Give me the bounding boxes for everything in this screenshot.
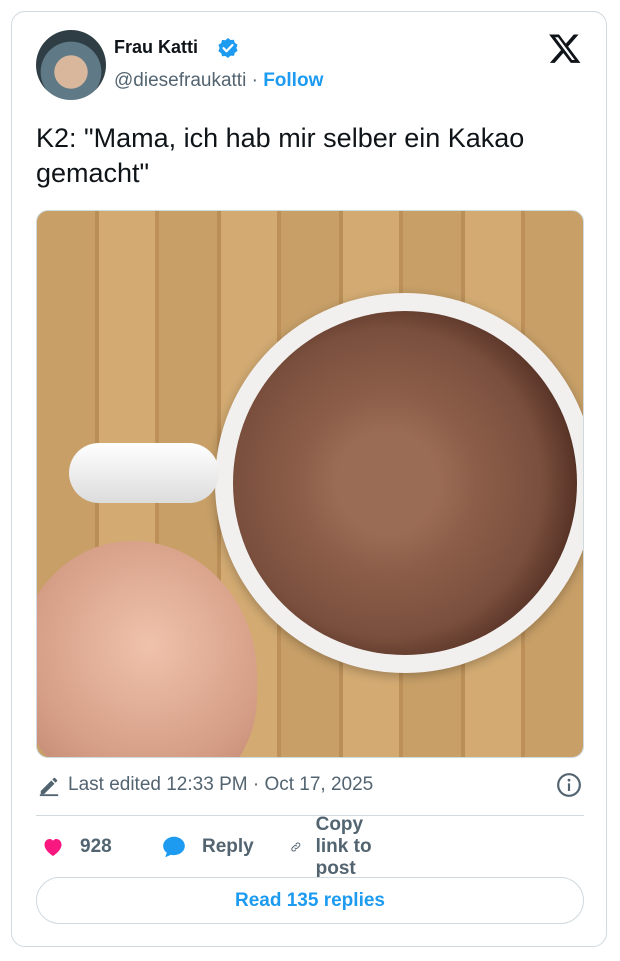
copy-link-label: Copy link to post <box>315 814 372 879</box>
author-handle-row: @diesefraukatti · Follow <box>114 70 323 92</box>
edit-meta-row: Last edited 12:33 PM · Oct 17, 2025 <box>36 772 584 802</box>
author-handle[interactable]: @diesefraukatti <box>114 70 246 91</box>
tweet-text: K2: "Mama, ich hab mir selber ein Kakao … <box>36 123 525 188</box>
hand-image <box>37 541 257 757</box>
reply-label: Reply <box>202 836 254 857</box>
pencil-icon <box>39 777 59 797</box>
reply-button[interactable]: Reply <box>160 831 254 863</box>
heart-icon <box>44 839 62 856</box>
copy-link-button[interactable]: Copy link to post <box>290 814 380 879</box>
like-count: 928 <box>80 836 112 857</box>
follow-link[interactable]: Follow <box>263 70 323 91</box>
author-name[interactable]: Frau Katti <box>114 37 198 58</box>
speech-bubble-icon <box>163 836 185 858</box>
read-replies-button[interactable]: Read 135 replies <box>36 877 584 924</box>
verified-badge-icon <box>218 38 238 58</box>
like-button[interactable]: 928 <box>40 831 112 863</box>
tweet-photo[interactable] <box>36 210 584 758</box>
separator-dot: · <box>251 70 258 91</box>
mug-handle <box>69 443 219 503</box>
info-icon[interactable] <box>556 772 582 798</box>
cocoa-powder <box>233 311 577 655</box>
avatar[interactable] <box>36 30 106 100</box>
edited-timestamp[interactable]: Last edited 12:33 PM · Oct 17, 2025 <box>68 774 373 796</box>
link-icon <box>291 842 301 852</box>
x-logo-icon[interactable] <box>548 31 582 65</box>
divider <box>36 815 584 816</box>
